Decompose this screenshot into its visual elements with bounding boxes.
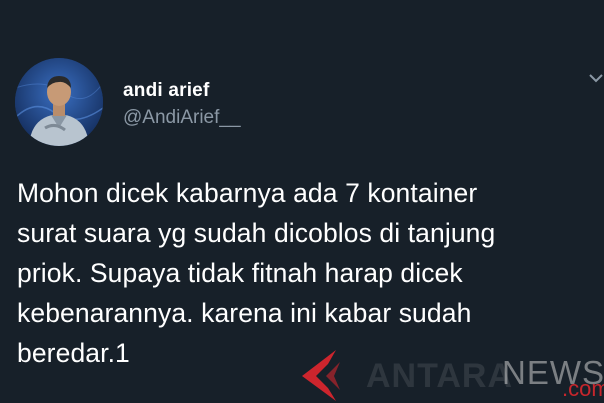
antara-news-watermark: ANTARA NEWS .com xyxy=(300,348,604,403)
watermark-brand: ANTARA xyxy=(366,357,514,395)
tweet-screenshot: andi arief @AndiArief__ Mohon dicek kaba… xyxy=(0,0,604,403)
tweet-text-line: surat suara yg sudah dicoblos di tanjung xyxy=(17,218,496,248)
antara-logo-icon xyxy=(302,350,340,401)
chevron-down-icon[interactable] xyxy=(586,66,604,90)
tweet-text-line: Mohon dicek kabarnya ada 7 kontainer xyxy=(17,178,478,208)
author-handle[interactable]: @AndiArief__ xyxy=(123,107,241,129)
avatar-photo-icon xyxy=(15,58,103,146)
author-display-name[interactable]: andi arief xyxy=(123,80,209,102)
watermark-com: .com xyxy=(562,376,604,401)
avatar[interactable] xyxy=(15,58,103,146)
tweet-text-line: kebenarannya. karena ini kabar sudah xyxy=(17,298,472,328)
tweet-text-line: priok. Supaya tidak fitnah harap dicek xyxy=(17,258,463,288)
tweet-text: Mohon dicek kabarnya ada 7 kontainer sur… xyxy=(17,173,597,373)
